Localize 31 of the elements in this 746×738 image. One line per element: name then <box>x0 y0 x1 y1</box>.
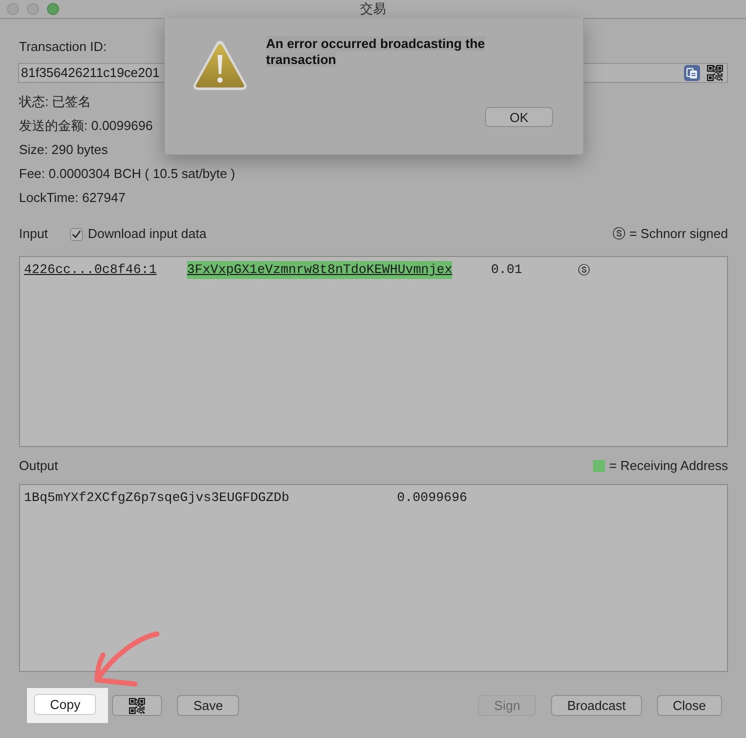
checkbox-label[interactable]: Download input data <box>88 226 206 242</box>
address-text: 1Bq5mYXf2XCfgZ6p7sqeGjvs3EUGFDGZDb <box>24 489 290 507</box>
swatch-icon <box>593 460 606 472</box>
warning-icon <box>192 39 248 91</box>
checkbox[interactable] <box>70 228 83 240</box>
amount-text: 0.01 <box>491 261 522 279</box>
qr-code-icon[interactable] <box>707 65 723 81</box>
copy-icon[interactable] <box>684 65 700 81</box>
address-link[interactable]: 3FxVxpGX1eVzmnrw8t8nTdoKEWHUvmnjex <box>187 261 452 279</box>
action-button[interactable]: Save <box>177 695 239 716</box>
input-label: Input <box>19 226 48 242</box>
detail-text: LockTime: 627947 <box>19 189 126 207</box>
schnorr-mark: ⓢ <box>578 262 590 279</box>
outpoint-link[interactable]: 4226cc...0c8f46:1 <box>24 261 157 279</box>
detail-text: 状态: 已签名 <box>19 93 92 111</box>
legend-text: = Receiving Address <box>609 458 728 474</box>
action-button[interactable]: Close <box>656 695 722 716</box>
detail-text: Fee: 0.0000304 BCH ( 10.5 sat/byte ) <box>19 165 236 183</box>
detail-text: 发送的金额: 0.0099696 <box>19 117 153 135</box>
output-label: Output <box>19 458 58 474</box>
detail-text: Size: 290 bytes <box>19 141 108 159</box>
legend-text: ⓢ = Schnorr signed <box>612 226 728 242</box>
action-button[interactable]: Copy <box>34 694 96 715</box>
action-button[interactable]: Broadcast <box>551 695 642 716</box>
error-message: An error occurred broadcasting the transaction <box>266 36 486 68</box>
qr-code-icon <box>129 698 146 714</box>
transaction-id-label: Transaction ID: <box>19 39 107 55</box>
window-title: 交易 <box>360 1 386 17</box>
ok-button[interactable]: OK <box>485 107 553 127</box>
amount-text: 0.0099696 <box>397 489 468 507</box>
qr-code-button[interactable] <box>112 695 162 716</box>
